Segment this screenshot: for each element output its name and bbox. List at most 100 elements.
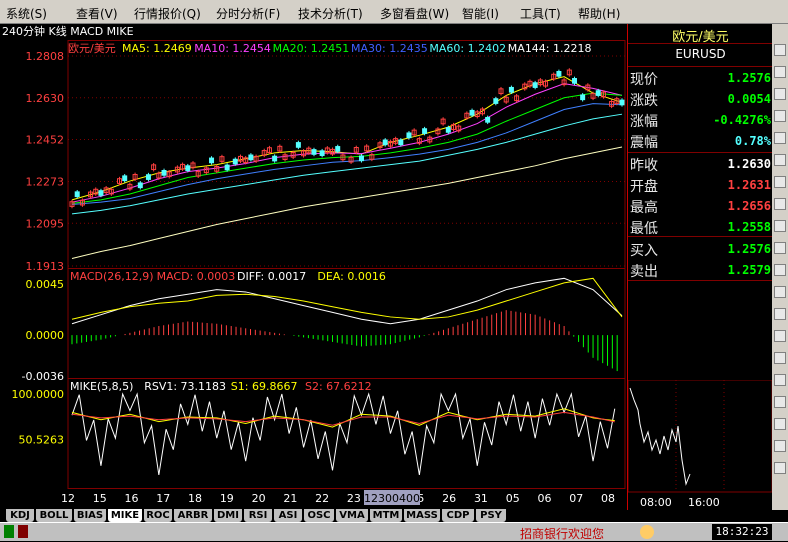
quote-value: 1.2656 xyxy=(727,199,771,213)
quote-value: 1.2579 xyxy=(727,263,771,277)
panel-border xyxy=(67,268,626,379)
menu-item[interactable]: 行情报价(Q) xyxy=(134,5,201,22)
tab-roc[interactable]: ROC xyxy=(144,509,172,522)
menu-item[interactable]: 智能(I) xyxy=(462,5,499,22)
line-icon[interactable] xyxy=(774,176,786,188)
menu-item[interactable]: 技术分析(T) xyxy=(298,5,363,22)
tab-asi[interactable]: ASI xyxy=(274,509,302,522)
x-axis-label: 15 xyxy=(93,492,107,505)
x-axis-label: 18 xyxy=(188,492,202,505)
quote-label: 最高 xyxy=(630,200,658,216)
chart-icon[interactable] xyxy=(774,220,786,232)
tab-psy[interactable]: PSY xyxy=(476,509,506,522)
menu-item[interactable]: 帮助(H) xyxy=(578,5,620,22)
candle-body xyxy=(493,98,499,104)
candle-body xyxy=(248,154,254,161)
divider xyxy=(628,152,773,153)
candle-body xyxy=(619,99,625,106)
tab-mtm[interactable]: MTM xyxy=(370,509,402,522)
mini-chart-border xyxy=(628,380,773,493)
info-icon[interactable] xyxy=(774,396,786,408)
candle-body xyxy=(532,82,538,88)
mike-line-s1 xyxy=(71,408,615,428)
quote-row: 涨幅 -0.4276% xyxy=(628,110,773,131)
tab-mass[interactable]: MASS xyxy=(404,509,440,522)
mike-line-s2 xyxy=(71,411,615,426)
tab-cdp[interactable]: CDP xyxy=(442,509,474,522)
mike-tick-label: 100.0000 xyxy=(12,388,65,401)
zoom-out-icon[interactable] xyxy=(774,88,786,100)
text-icon[interactable] xyxy=(774,154,786,166)
mike-line-rsv1 xyxy=(71,392,616,476)
candle-body xyxy=(209,157,215,164)
menu-item[interactable]: 系统(S) xyxy=(6,5,47,22)
quote-label: 现价 xyxy=(630,72,658,88)
quote-row: 开盘 1.2631 xyxy=(628,175,773,196)
tab-boll[interactable]: BOLL xyxy=(36,509,72,522)
divider xyxy=(628,43,773,44)
candle-body xyxy=(398,139,404,146)
bar-icon[interactable] xyxy=(774,242,786,254)
tab-dmi[interactable]: DMI xyxy=(214,509,242,522)
ma-line-ma20 xyxy=(71,92,623,204)
macd-legend-label: DIFF: 0.0017 xyxy=(237,270,306,283)
print-icon[interactable] xyxy=(774,352,786,364)
ruler-icon[interactable] xyxy=(774,132,786,144)
layout-icon[interactable] xyxy=(774,308,786,320)
x-axis-label: 26 xyxy=(442,492,456,505)
ma-legend-label: MA144: 1.2218 xyxy=(508,42,592,55)
tab-osc[interactable]: OSC xyxy=(304,509,334,522)
pointer-icon[interactable] xyxy=(774,44,786,56)
grid-icon[interactable] xyxy=(774,198,786,210)
x-axis-label: 22 xyxy=(315,492,329,505)
menu-item[interactable]: 查看(V) xyxy=(76,5,118,22)
candle-body xyxy=(74,191,80,198)
ma-legend-label: MA10: 1.2454 xyxy=(194,42,271,55)
zoom-in-icon[interactable] xyxy=(774,66,786,78)
x-axis-label: 12 xyxy=(61,492,75,505)
quote-value: 1.2576 xyxy=(727,242,771,256)
help-icon[interactable] xyxy=(774,440,786,452)
mini-intraday-chart[interactable]: 08:00 16:00 xyxy=(628,380,773,510)
settings-icon[interactable] xyxy=(774,418,786,430)
menu-bar: 系统(S) 查看(V) 行情报价(Q) 分时分析(F) 技术分析(T) 多窗看盘(W) 智能… xyxy=(0,0,788,24)
tab-vma[interactable]: VMA xyxy=(336,509,368,522)
tab-rsi[interactable]: RSI xyxy=(244,509,272,522)
candle-body xyxy=(185,165,191,172)
quote-row: 震幅 0.78% xyxy=(628,131,773,152)
tab-bias[interactable]: BIAS xyxy=(74,509,106,522)
tab-mike[interactable]: MIKE xyxy=(108,509,142,522)
chart-area[interactable]: 1.2808 1.2630 1.2452 1.2273 1.2095 1.1913 欧元/美… xyxy=(0,40,626,508)
smiley-icon[interactable] xyxy=(640,525,654,539)
ma-legend-label: MA20: 1.2451 xyxy=(273,42,350,55)
mini-time-label: 08:00 xyxy=(640,496,672,509)
candle-body xyxy=(224,164,230,171)
exit-icon[interactable] xyxy=(774,462,786,474)
menu-item[interactable]: 多窗看盘(W) xyxy=(380,5,449,22)
x-axis-label: 05 xyxy=(506,492,520,505)
tab-kdj[interactable]: KDJ xyxy=(6,509,34,522)
price-tick-label: 1.2630 xyxy=(26,92,65,105)
window-icon[interactable] xyxy=(774,286,786,298)
x-axis-label: 31 xyxy=(474,492,488,505)
menu-item[interactable]: 分时分析(F) xyxy=(216,5,280,22)
quote-label: 震幅 xyxy=(630,135,658,151)
quote-label: 昨收 xyxy=(630,158,658,174)
ma-legend-label: MA30: 1.2435 xyxy=(351,42,428,55)
menu-item[interactable]: 工具(T) xyxy=(520,5,561,22)
tab-arbr[interactable]: ARBR xyxy=(174,509,212,522)
refresh-icon[interactable] xyxy=(774,374,786,386)
x-axis-label: 07 xyxy=(569,492,583,505)
candle-body xyxy=(445,127,451,133)
macd-tick-label: 0.0000 xyxy=(26,329,65,342)
draw-icon[interactable] xyxy=(774,110,786,122)
price-tick-label: 1.2808 xyxy=(26,50,65,63)
save-icon[interactable] xyxy=(774,330,786,342)
mike-tick-label: 50.5263 xyxy=(19,434,65,447)
quote-value: 1.2630 xyxy=(727,157,771,171)
candle-icon[interactable] xyxy=(774,264,786,276)
ma-legend-label: MA5: 1.2469 xyxy=(122,42,192,55)
x-axis-label: 08 xyxy=(601,492,615,505)
panel-border xyxy=(67,40,626,269)
candle-body xyxy=(122,175,128,182)
